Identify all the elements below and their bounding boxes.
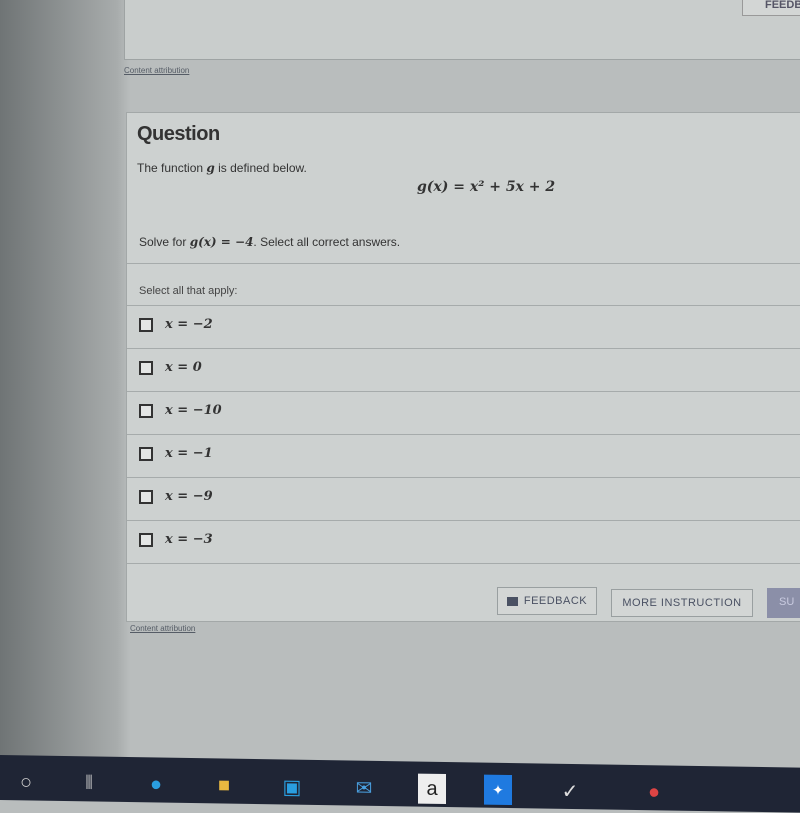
mail-icon[interactable]: ✉ — [350, 772, 378, 802]
divider — [127, 263, 800, 264]
divider — [127, 477, 800, 478]
checkbox[interactable] — [139, 360, 153, 375]
solve-instruction: Solve for g(x) = −4. Select all correct … — [139, 235, 400, 249]
intro-var: g — [206, 161, 215, 175]
more-instruction-button[interactable]: MORE INSTRUCTION — [611, 589, 753, 617]
answer-option[interactable]: x = −3 — [139, 532, 213, 547]
divider — [127, 391, 800, 392]
checkbox[interactable] — [139, 317, 153, 332]
dropbox-icon[interactable]: ✦ — [484, 774, 512, 806]
file-explorer-icon[interactable]: ■ — [210, 770, 238, 800]
option-label: x = −9 — [165, 489, 213, 504]
more-instruction-label: MORE INSTRUCTION — [622, 597, 742, 609]
previous-card — [124, 0, 800, 60]
chrome-icon[interactable]: ● — [640, 777, 668, 807]
select-all-label: Select all that apply: — [139, 285, 238, 297]
question-card: Question The function g is defined below… — [126, 112, 800, 622]
feedback-button[interactable]: FEEDBACK — [497, 587, 597, 615]
option-label: x = −3 — [165, 532, 213, 547]
answer-option[interactable]: x = −2 — [139, 317, 213, 332]
option-label: x = −2 — [165, 317, 213, 332]
divider — [127, 563, 800, 564]
search-icon[interactable]: ○ — [12, 767, 40, 797]
answer-option[interactable]: x = 0 — [139, 360, 202, 375]
submit-button[interactable]: SU — [767, 588, 800, 618]
question-title: Question — [137, 123, 220, 145]
option-label: x = 0 — [165, 360, 202, 375]
question-intro: The function g is defined below. — [137, 161, 307, 175]
checkbox[interactable] — [139, 532, 153, 547]
answer-option[interactable]: x = −9 — [139, 489, 213, 504]
answer-option[interactable]: x = −1 — [139, 446, 213, 461]
background-shade — [0, 0, 130, 760]
divider — [127, 434, 800, 435]
checkbox[interactable] — [139, 489, 153, 504]
intro-text-end: is defined below. — [214, 161, 307, 175]
function-equation: g(x) = x² + 5x + 2 — [417, 179, 556, 195]
top-feedback-button[interactable]: FEEDBACK — [742, 0, 800, 16]
amazon-icon[interactable]: a — [418, 773, 446, 805]
option-label: x = −1 — [165, 446, 213, 461]
task-view-icon[interactable]: ⫼ — [75, 768, 103, 798]
divider — [127, 348, 800, 349]
solve-text: Solve for — [139, 235, 190, 249]
edge-icon[interactable]: ● — [142, 769, 170, 799]
divider — [127, 305, 800, 306]
content-attribution-link-top[interactable]: Content attribution — [124, 66, 189, 75]
option-label: x = −10 — [165, 403, 222, 418]
taskbar: ○ ⫼ ● ■ ▣ ✉ a ✦ ✓ ● — [0, 755, 800, 813]
store-icon[interactable]: ▣ — [278, 771, 306, 801]
content-attribution-link[interactable]: Content attribution — [130, 624, 195, 633]
app-icon[interactable]: ✓ — [556, 776, 584, 806]
solve-text-end: . Select all correct answers. — [253, 235, 401, 249]
answer-option[interactable]: x = −10 — [139, 403, 222, 418]
feedback-icon — [506, 596, 518, 606]
divider — [127, 520, 800, 521]
checkbox[interactable] — [139, 403, 153, 418]
intro-text: The function — [137, 161, 207, 175]
feedback-label: FEEDBACK — [523, 595, 588, 607]
checkbox[interactable] — [139, 446, 153, 461]
solve-math: g(x) = −4 — [189, 235, 254, 249]
